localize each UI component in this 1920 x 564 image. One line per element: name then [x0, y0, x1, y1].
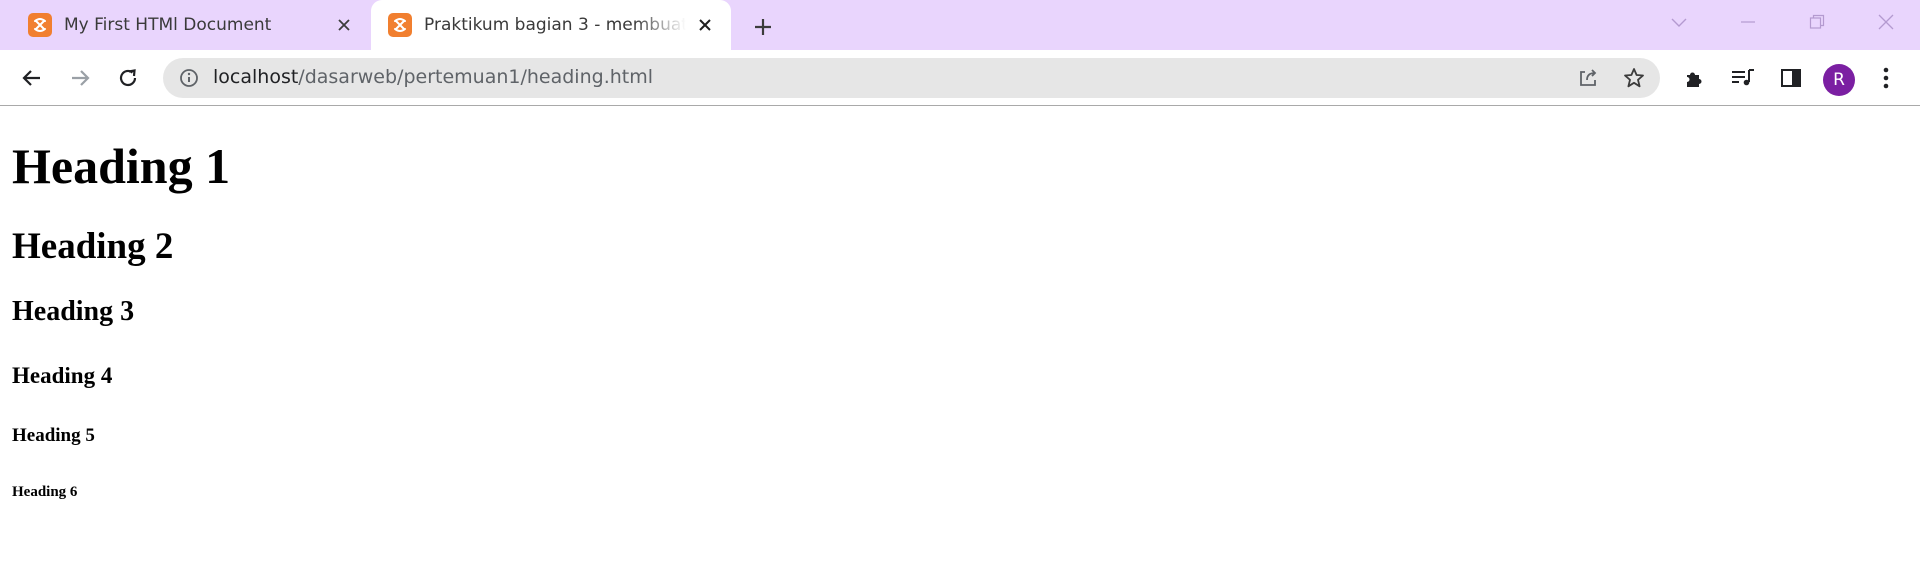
share-icon[interactable] [1576, 66, 1600, 90]
tab-title: Praktikum bagian 3 - membuat h [424, 15, 686, 35]
new-tab-button[interactable] [748, 12, 778, 42]
arrow-left-icon [22, 70, 40, 86]
arrow-right-icon [72, 70, 90, 86]
xampp-icon [388, 13, 412, 37]
window-controls [1644, 0, 1920, 44]
restore-button[interactable] [1782, 0, 1851, 44]
close-window-button[interactable] [1851, 0, 1920, 44]
close-tab-icon[interactable] [693, 13, 717, 37]
tab-title: My First HTMl Document [64, 15, 272, 35]
bookmark-star-icon[interactable] [1622, 66, 1646, 90]
heading-4: Heading 4 [12, 363, 113, 388]
profile-avatar[interactable]: R [1823, 64, 1855, 96]
plus-icon [755, 19, 771, 35]
close-tab-icon[interactable] [332, 13, 356, 37]
more-menu-icon[interactable] [1872, 64, 1900, 92]
media-controls-icon[interactable] [1729, 64, 1757, 92]
heading-5: Heading 5 [12, 425, 95, 446]
extensions-icon[interactable] [1681, 64, 1709, 92]
tab-strip: My First HTMl Document Praktikum bagian … [0, 0, 1920, 50]
info-icon[interactable] [177, 66, 201, 90]
reload-button[interactable] [111, 61, 145, 95]
minimize-icon [1740, 21, 1755, 23]
url-path: /dasarweb/pertemuan1/heading.html [298, 66, 654, 88]
address-bar[interactable]: localhost/dasarweb/pertemuan1/heading.ht… [163, 58, 1660, 98]
tab-my-first-html-document[interactable]: My First HTMl Document [0, 0, 370, 50]
heading-3: Heading 3 [12, 296, 135, 327]
heading-2: Heading 2 [12, 226, 174, 267]
tab-search-button[interactable] [1644, 0, 1713, 44]
side-panel-icon[interactable] [1777, 64, 1805, 92]
minimize-button[interactable] [1713, 0, 1782, 44]
chevron-down-icon [1671, 18, 1686, 27]
reload-icon [119, 69, 137, 87]
forward-button[interactable] [63, 61, 97, 95]
heading-1: Heading 1 [12, 138, 231, 194]
restore-icon [1809, 14, 1824, 29]
xampp-icon [28, 13, 52, 37]
heading-6: Heading 6 [12, 484, 78, 500]
url-host: localhost [213, 66, 299, 88]
url-text[interactable]: localhost/dasarweb/pertemuan1/heading.ht… [213, 66, 653, 88]
browser-toolbar: localhost/dasarweb/pertemuan1/heading.ht… [0, 50, 1920, 106]
back-button[interactable] [15, 61, 49, 95]
close-icon [1878, 14, 1893, 30]
tab-praktikum-active[interactable]: Praktikum bagian 3 - membuat h [371, 0, 731, 50]
